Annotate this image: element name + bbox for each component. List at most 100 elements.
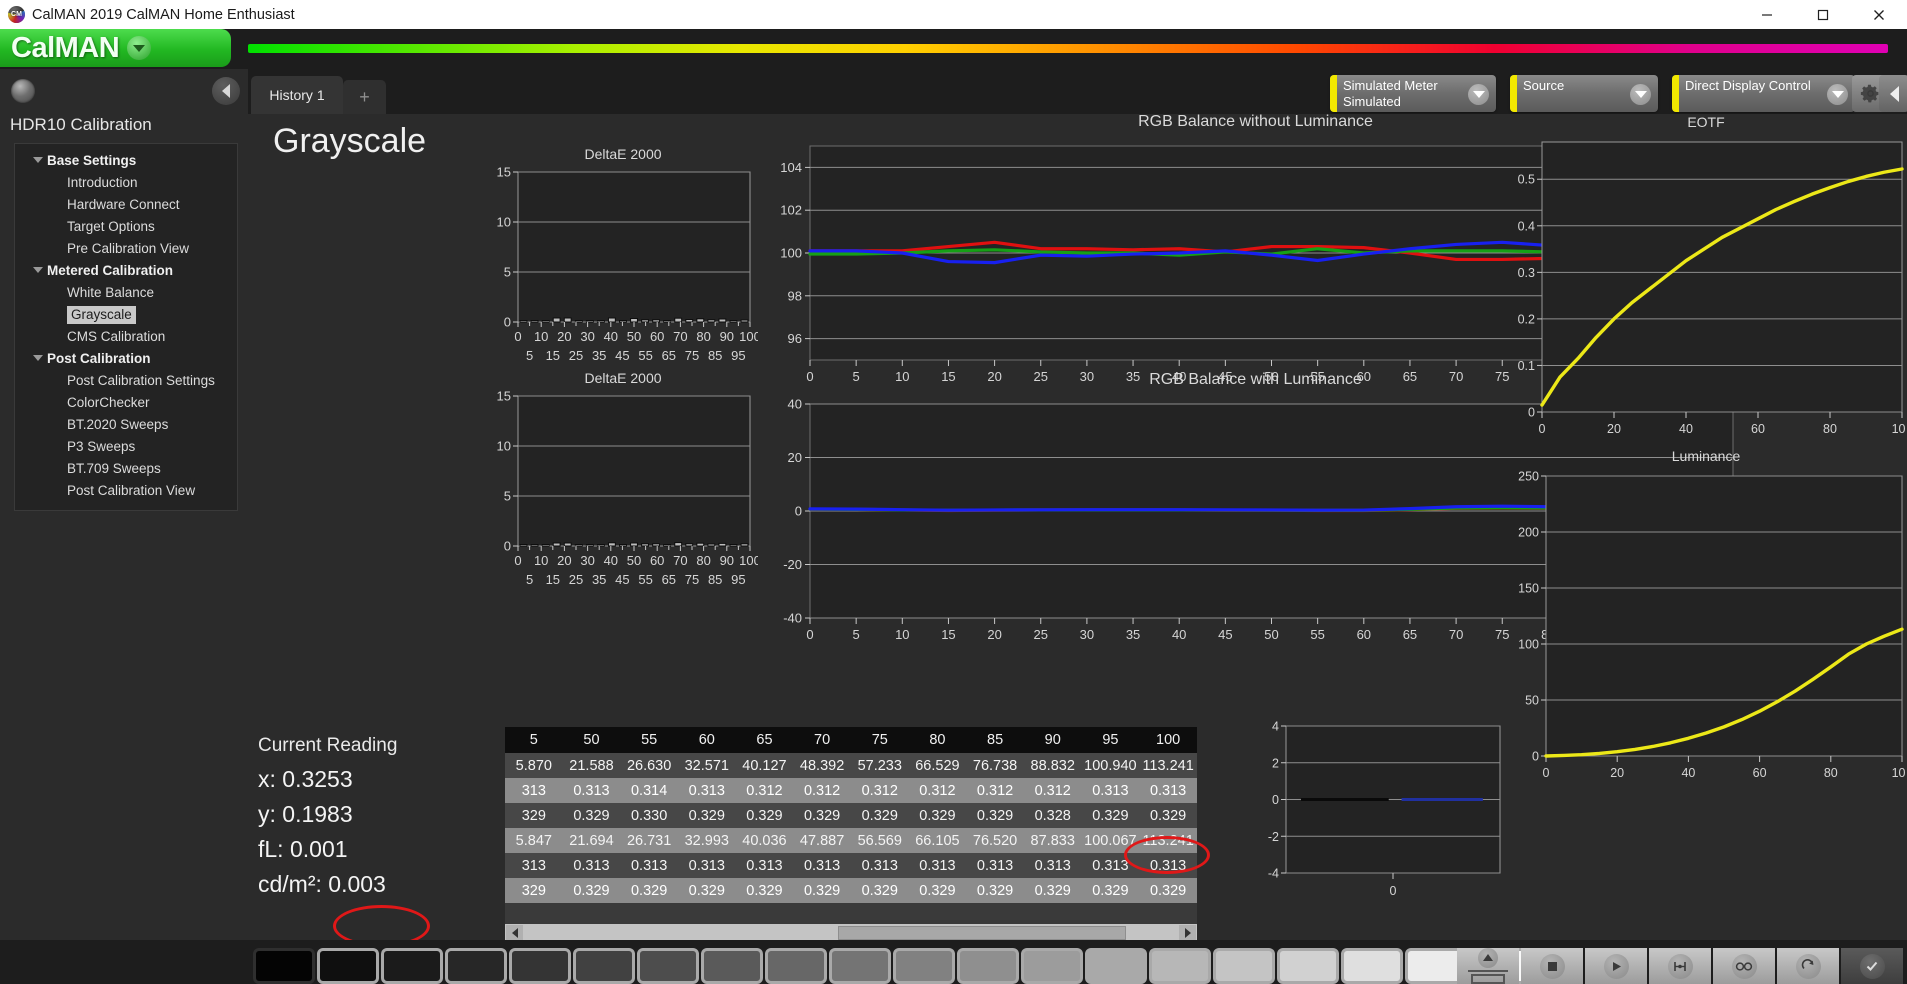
- plus-icon[interactable]: +: [343, 80, 386, 114]
- table-cell[interactable]: 313: [505, 778, 563, 803]
- table-cell[interactable]: 0.313: [563, 778, 621, 803]
- meter-dropdown[interactable]: Simulated Meter Simulated: [1330, 75, 1496, 112]
- table-row[interactable]: 3290.3290.3300.3290.3290.3290.3290.3290.…: [505, 803, 1197, 828]
- refresh-icon[interactable]: [1777, 948, 1839, 984]
- table-cell[interactable]: 0.329: [909, 803, 967, 828]
- table-cell[interactable]: 0.329: [1082, 878, 1140, 903]
- table-cell[interactable]: 329: [505, 878, 563, 903]
- table-cell[interactable]: 48.392: [793, 753, 851, 778]
- table-cell[interactable]: 0.312: [909, 778, 967, 803]
- table-cell[interactable]: 0.312: [851, 778, 909, 803]
- table-cell[interactable]: 0.313: [1024, 853, 1082, 878]
- scrollbar-thumb[interactable]: [838, 926, 1126, 940]
- table-cell[interactable]: 0.329: [620, 878, 678, 903]
- chart-plot-area[interactable]: 00.10.20.30.40.5020406080100: [1506, 132, 1906, 442]
- table-cell[interactable]: 40.036: [736, 828, 794, 853]
- minimize-icon[interactable]: [1739, 0, 1795, 29]
- table-cell[interactable]: 76.520: [966, 828, 1024, 853]
- patch-swatch[interactable]: [509, 948, 571, 984]
- table-cell[interactable]: 32.993: [678, 828, 736, 853]
- patch-swatch[interactable]: [957, 948, 1019, 984]
- chevron-down-icon[interactable]: [127, 36, 151, 60]
- table-cell[interactable]: 0.313: [678, 853, 736, 878]
- table-cell[interactable]: 26.731: [620, 828, 678, 853]
- patch-swatch[interactable]: [445, 948, 507, 984]
- table-cell[interactable]: 0.313: [793, 853, 851, 878]
- close-icon[interactable]: [1851, 0, 1907, 29]
- table-row[interactable]: 5.87021.58826.63032.57140.12748.39257.23…: [505, 753, 1197, 778]
- sidebar-item-bt-709-sweeps[interactable]: BT.709 Sweeps: [15, 458, 237, 480]
- table-cell[interactable]: 0.329: [736, 878, 794, 903]
- patch-swatch[interactable]: [381, 948, 443, 984]
- table-cell[interactable]: 0.329: [1139, 803, 1197, 828]
- table-cell[interactable]: 0.312: [736, 778, 794, 803]
- chevron-left-icon[interactable]: [212, 77, 240, 105]
- table-cell[interactable]: 0.329: [966, 878, 1024, 903]
- table-cell[interactable]: 113.241: [1139, 753, 1197, 778]
- sidebar-item-white-balance[interactable]: White Balance: [15, 282, 237, 304]
- panel-toggle-icon[interactable]: [1457, 948, 1519, 984]
- patch-swatch[interactable]: [317, 948, 379, 984]
- table-cell[interactable]: 32.571: [678, 753, 736, 778]
- table-cell[interactable]: 0.329: [563, 803, 621, 828]
- sidebar-item-target-options[interactable]: Target Options: [15, 216, 237, 238]
- table-cell[interactable]: 5.870: [505, 753, 563, 778]
- patch-swatch[interactable]: [637, 948, 699, 984]
- table-cell[interactable]: 66.105: [909, 828, 967, 853]
- sidebar-item-colorchecker[interactable]: ColorChecker: [15, 392, 237, 414]
- infinity-icon[interactable]: [1713, 948, 1775, 984]
- twisty-icon[interactable]: [33, 355, 43, 361]
- nav-group-base-settings[interactable]: Base Settings: [15, 150, 237, 172]
- sidebar-item-post-calibration-view[interactable]: Post Calibration View: [15, 480, 237, 502]
- caret-right-icon[interactable]: [1179, 925, 1196, 941]
- patch-swatch[interactable]: [1341, 948, 1403, 984]
- table-cell[interactable]: 76.738: [966, 753, 1024, 778]
- chart-plot-area[interactable]: 0510150102030405060708090100515253545556…: [488, 164, 758, 374]
- patch-swatch[interactable]: [701, 948, 763, 984]
- table-cell[interactable]: 0.313: [678, 778, 736, 803]
- sidebar-item-p3-sweeps[interactable]: P3 Sweeps: [15, 436, 237, 458]
- patch-swatch[interactable]: [1213, 948, 1275, 984]
- table-cell[interactable]: 0.313: [1139, 778, 1197, 803]
- twisty-icon[interactable]: [33, 157, 43, 163]
- chart-plot-area[interactable]: 050100150200250020406080100: [1506, 466, 1906, 786]
- table-cell[interactable]: 40.127: [736, 753, 794, 778]
- table-cell[interactable]: 0.313: [909, 853, 967, 878]
- table-cell[interactable]: 0.329: [909, 878, 967, 903]
- patch-swatch[interactable]: [1085, 948, 1147, 984]
- table-cell[interactable]: 0.330: [620, 803, 678, 828]
- sidebar-item-hardware-connect[interactable]: Hardware Connect: [15, 194, 237, 216]
- sidebar-item-grayscale[interactable]: Grayscale: [67, 306, 136, 324]
- caret-left-icon[interactable]: [506, 925, 523, 941]
- check-icon[interactable]: [1841, 948, 1903, 984]
- chart-plot-area[interactable]: 0510150102030405060708090100515253545556…: [488, 388, 758, 598]
- table-cell[interactable]: 0.313: [851, 853, 909, 878]
- table-cell[interactable]: 21.694: [563, 828, 621, 853]
- sidebar-item-bt-2020-sweeps[interactable]: BT.2020 Sweeps: [15, 414, 237, 436]
- table-row[interactable]: 3290.3290.3290.3290.3290.3290.3290.3290.…: [505, 878, 1197, 903]
- sidebar-item-cms-calibration[interactable]: CMS Calibration: [15, 326, 237, 348]
- patch-swatch[interactable]: [253, 948, 315, 984]
- table-cell[interactable]: 0.313: [1082, 853, 1140, 878]
- table-row[interactable]: 3130.3130.3140.3130.3120.3120.3120.3120.…: [505, 778, 1197, 803]
- table-cell[interactable]: 100.067: [1082, 828, 1140, 853]
- table-cell[interactable]: 56.569: [851, 828, 909, 853]
- table-cell[interactable]: 0.329: [678, 878, 736, 903]
- chart-plot-area[interactable]: -4-20240: [1256, 716, 1506, 911]
- tab-history-1[interactable]: History 1: [251, 76, 343, 114]
- patch-swatch[interactable]: [765, 948, 827, 984]
- nav-group-post-calibration[interactable]: Post Calibration: [15, 348, 237, 370]
- table-cell[interactable]: 66.529: [909, 753, 967, 778]
- table-cell[interactable]: 21.588: [563, 753, 621, 778]
- table-cell[interactable]: 0.313: [966, 853, 1024, 878]
- table-cell[interactable]: 0.313: [1082, 778, 1140, 803]
- table-row[interactable]: 3130.3130.3130.3130.3130.3130.3130.3130.…: [505, 853, 1197, 878]
- patch-swatch[interactable]: [829, 948, 891, 984]
- table-cell[interactable]: 0.329: [793, 803, 851, 828]
- chevron-down-icon[interactable]: [1827, 84, 1848, 105]
- table-cell[interactable]: 0.312: [793, 778, 851, 803]
- table-cell[interactable]: 0.329: [851, 878, 909, 903]
- table-cell[interactable]: 0.313: [736, 853, 794, 878]
- table-cell[interactable]: 0.329: [1024, 878, 1082, 903]
- table-cell[interactable]: 0.312: [1024, 778, 1082, 803]
